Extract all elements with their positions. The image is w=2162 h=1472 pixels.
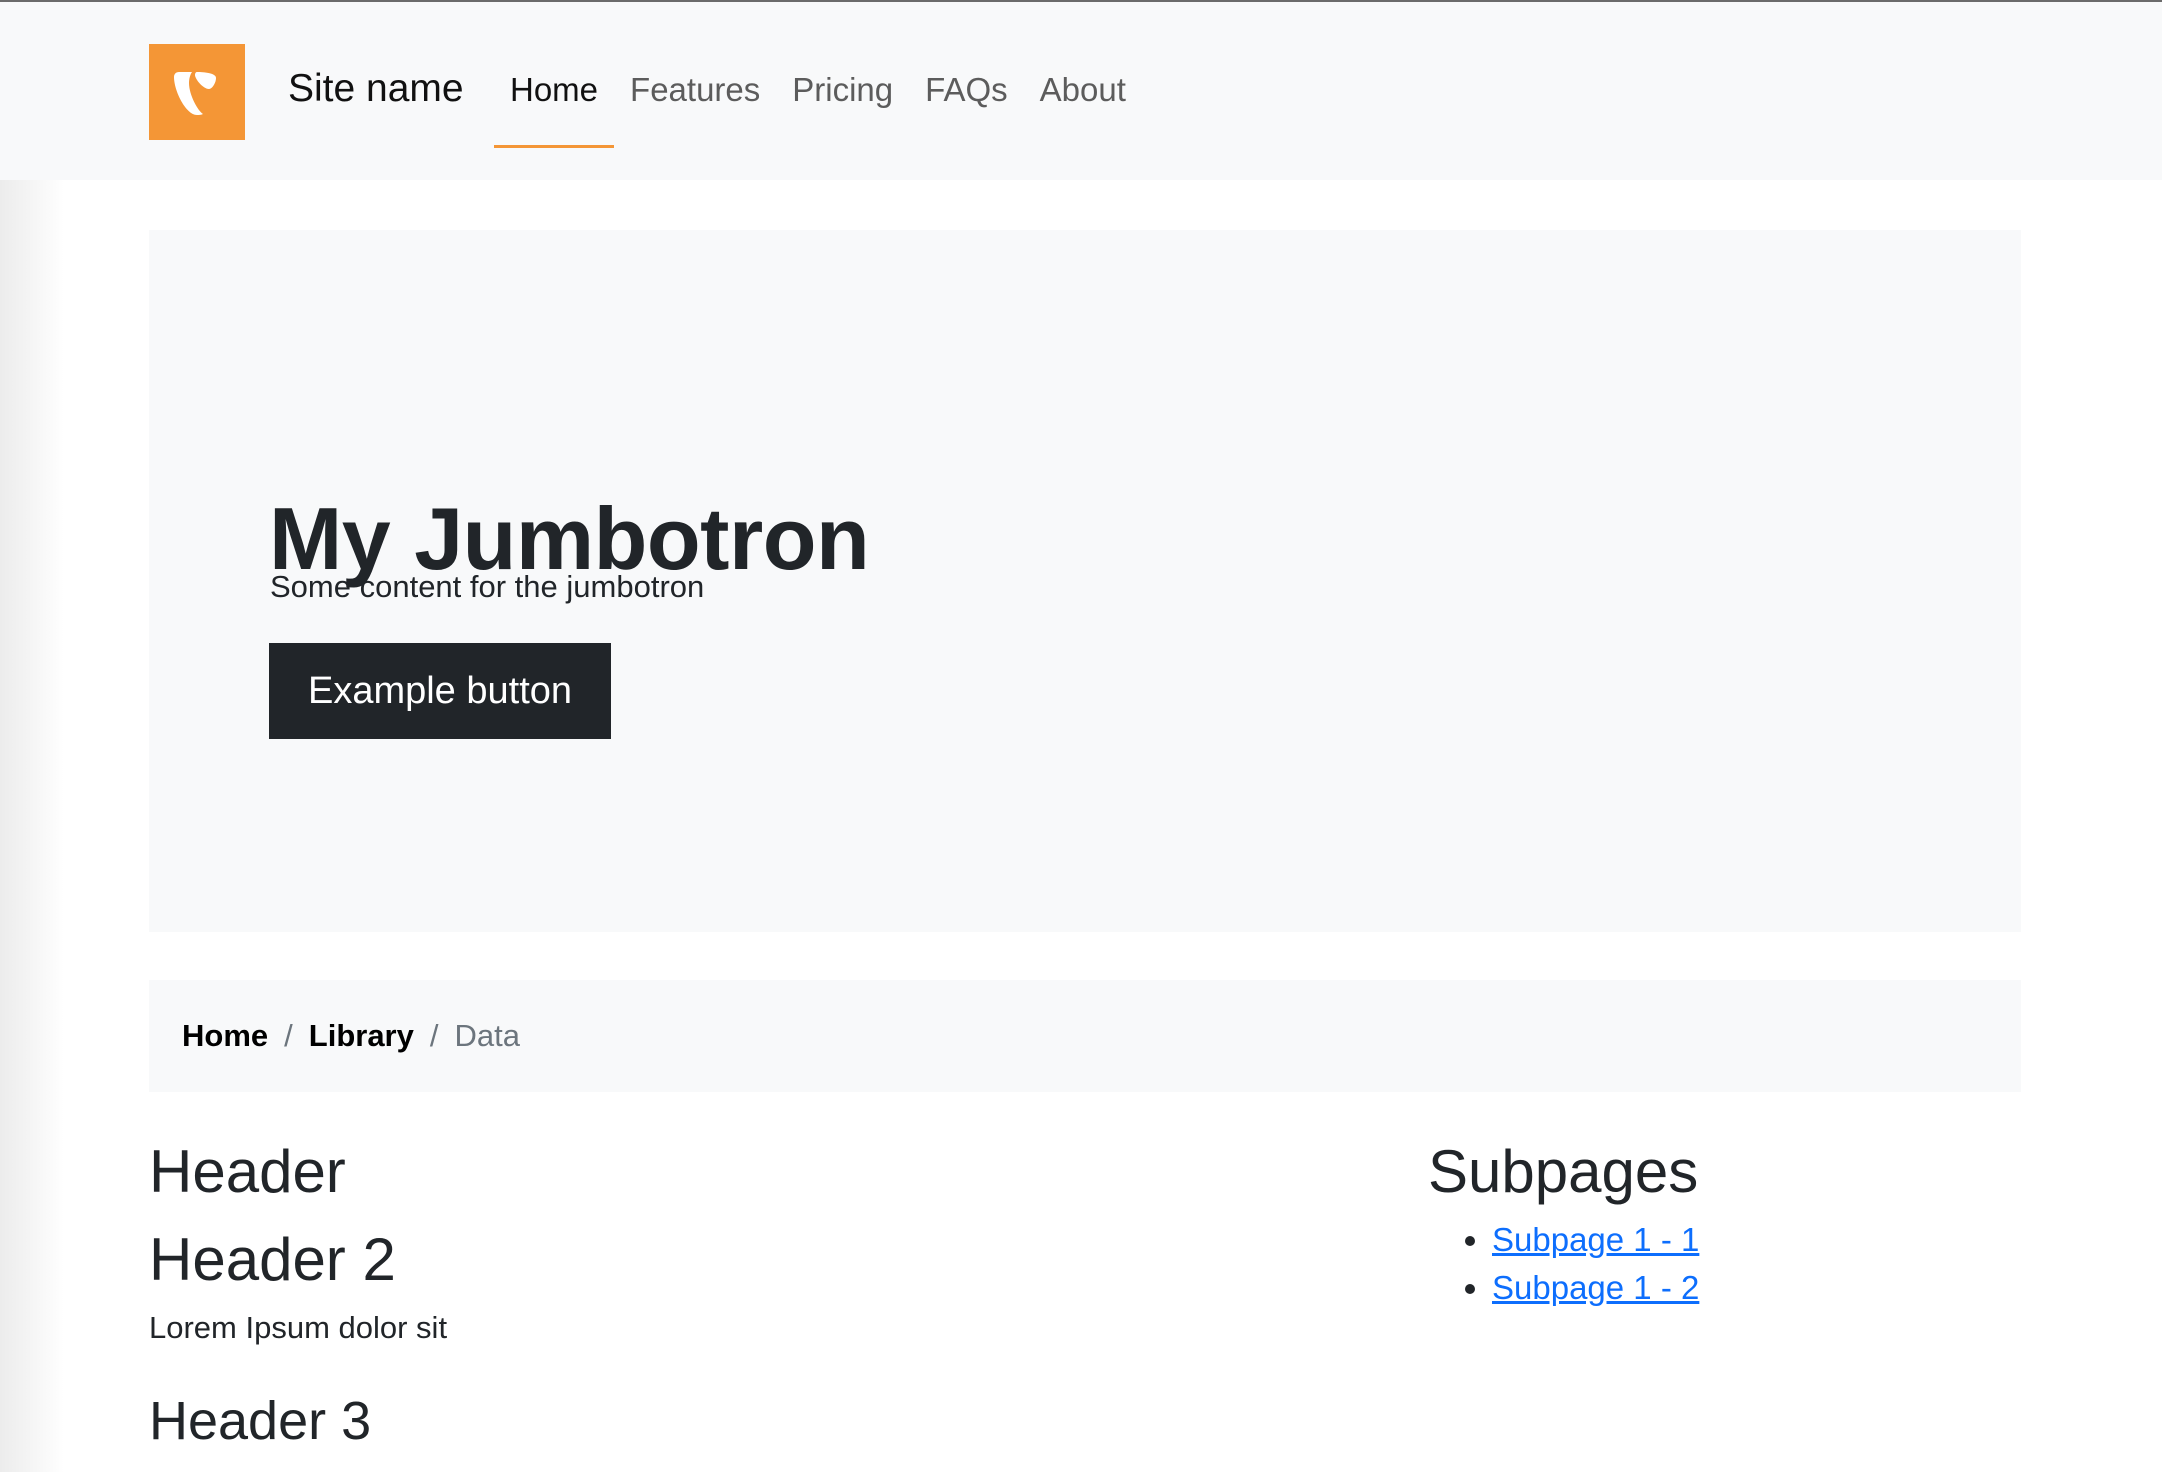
content-header: Header — [149, 1138, 346, 1205]
site-name[interactable]: Site name — [288, 64, 464, 114]
subpages-title: Subpages — [1428, 1138, 1699, 1205]
nav-item-faqs[interactable]: FAQs — [909, 64, 1024, 134]
subpages-list: Subpage 1 - 1 Subpage 1 - 2 — [1428, 1216, 1699, 1312]
subpage-link-1-2[interactable]: Subpage 1 - 2 — [1492, 1269, 1699, 1306]
nav-item-about[interactable]: About — [1024, 64, 1142, 134]
breadcrumb: Home / Library / Data — [149, 980, 2021, 1092]
nav-item-pricing[interactable]: Pricing — [776, 64, 909, 134]
breadcrumb-item-home[interactable]: Home — [182, 1018, 268, 1054]
nav-item-features[interactable]: Features — [614, 64, 776, 134]
main-nav: Home Features Pricing FAQs About — [494, 64, 1142, 148]
list-item: Subpage 1 - 2 — [1492, 1264, 1699, 1312]
breadcrumb-separator: / — [429, 1018, 439, 1053]
content-header-2: Header 2 — [149, 1226, 396, 1293]
typo3-icon — [174, 72, 216, 115]
subpage-link-1-1[interactable]: Subpage 1 - 1 — [1492, 1221, 1699, 1258]
jumbotron: My Jumbotron Some content for the jumbot… — [149, 230, 2021, 932]
example-button[interactable]: Example button — [269, 643, 611, 739]
navbar: Site name Home Features Pricing FAQs Abo… — [0, 2, 2162, 180]
content-header-3: Header 3 — [149, 1391, 372, 1451]
nav-item-home[interactable]: Home — [494, 64, 615, 148]
breadcrumb-separator: / — [284, 1018, 293, 1053]
breadcrumb-item-library[interactable]: Library — [309, 1018, 414, 1054]
content-paragraph: Lorem Ipsum dolor sit — [149, 1310, 448, 1345]
left-edge-shadow — [0, 0, 64, 1472]
list-item: Subpage 1 - 1 — [1492, 1216, 1699, 1264]
browser-viewport: Site name Home Features Pricing FAQs Abo… — [0, 0, 2162, 1472]
typo3-logo[interactable] — [149, 44, 245, 140]
breadcrumb-current: Data — [454, 1018, 520, 1053]
jumbotron-text: Some content for the jumbotron — [270, 569, 705, 604]
